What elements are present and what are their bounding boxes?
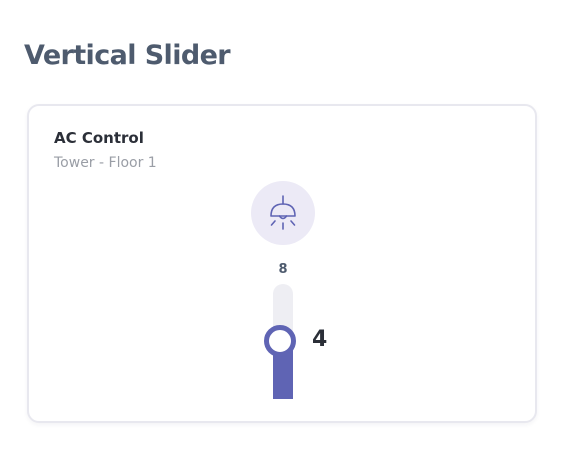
page-title: Vertical Slider bbox=[24, 40, 231, 71]
page: Vertical Slider AC Control Tower - Floor… bbox=[0, 0, 570, 468]
slider-thumb[interactable] bbox=[264, 325, 296, 357]
card-subtitle: Tower - Floor 1 bbox=[54, 155, 157, 171]
ceiling-lamp-icon bbox=[251, 181, 315, 245]
card-title: AC Control bbox=[54, 129, 144, 147]
ac-control-card: AC Control Tower - Floor 1 8 4 bbox=[27, 104, 537, 423]
slider-max-label: 8 bbox=[278, 262, 288, 277]
slider-value-label: 4 bbox=[312, 327, 328, 352]
